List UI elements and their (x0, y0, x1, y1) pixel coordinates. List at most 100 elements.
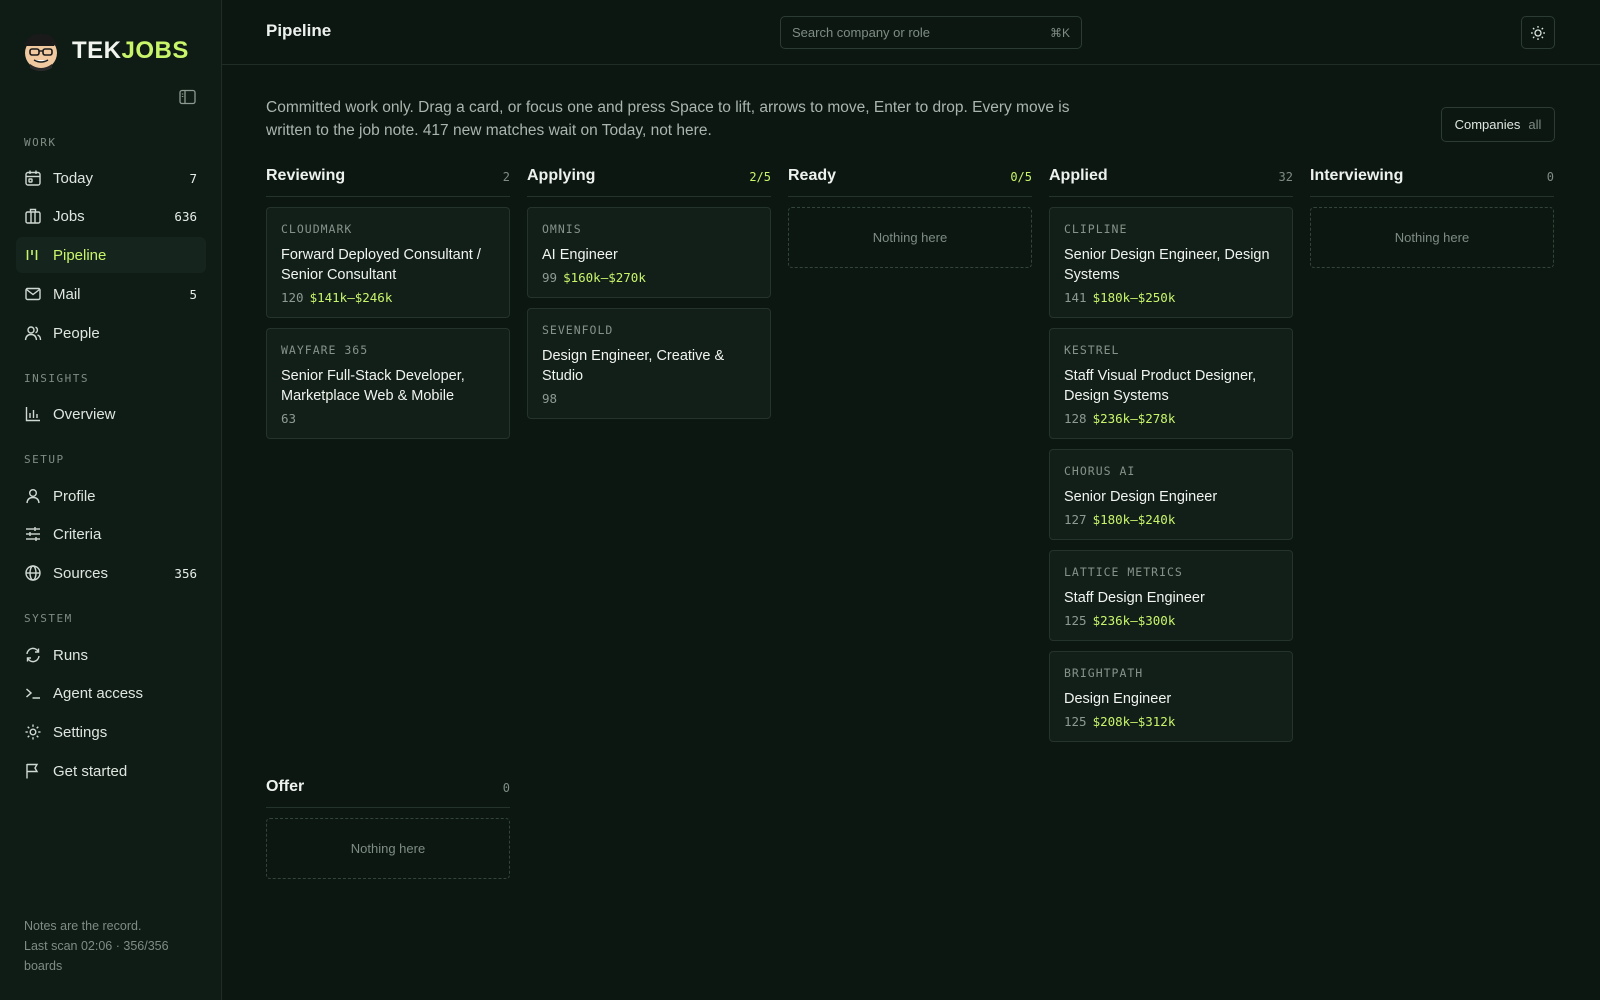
card-meta: 99 $160k–$270k (542, 270, 756, 286)
card-salary: $180k–$240k (1092, 512, 1176, 527)
job-card[interactable]: SEVENFOLD Design Engineer, Creative & Stu… (527, 308, 771, 419)
sidebar-toggle-icon (178, 89, 196, 105)
column-count: 0/5 (1010, 170, 1032, 184)
card-list[interactable]: CLOUDMARK Forward Deployed Consultant / S… (266, 207, 510, 439)
theme-toggle-button[interactable] (1521, 16, 1555, 49)
sidebar-item-settings[interactable]: Settings (16, 714, 206, 750)
job-card[interactable]: CHORUS AI Senior Design Engineer 127 $180k–… (1049, 449, 1293, 540)
column-interviewing: Interviewing 0 Nothing here (1310, 167, 1554, 268)
card-score: 125 (1064, 714, 1087, 729)
column-count: 2 (502, 170, 510, 184)
card-company: CLOUDMARK (281, 222, 353, 236)
sun-icon (1531, 25, 1545, 40)
card-salary: $160k–$270k (563, 270, 646, 285)
user-icon (24, 487, 42, 505)
sidebar-item-sources[interactable]: Sources 356 (16, 555, 206, 591)
column-ready: Ready 0/5 Nothing here (788, 167, 1032, 268)
column-title: Ready (788, 167, 837, 184)
card-role: Forward Deployed Consultant / Senior Con… (281, 247, 481, 283)
card-meta: 127 $180k–$240k (1064, 512, 1278, 528)
column-offer: Offer 0 Nothing here (266, 778, 510, 879)
job-card[interactable]: WAYFARE 365 Senior Full-Stack Developer, … (266, 328, 510, 439)
job-card[interactable]: LATTICE METRICS Staff Design Engineer 125 $… (1049, 550, 1293, 641)
collapse-sidebar-button[interactable] (178, 88, 196, 106)
brand-name-part2: JOBS (121, 37, 189, 64)
card-salary: $236k–$278k (1092, 411, 1176, 426)
bar-chart-icon (24, 405, 42, 423)
sidebar-item-label: Sources (53, 564, 109, 582)
sidebar-item-label: Jobs (53, 207, 85, 225)
sidebar-item-label: Criteria (53, 525, 102, 543)
column-title: Offer (266, 778, 305, 795)
column-header: Ready 0/5 (788, 167, 1032, 197)
sidebar-item-label: Overview (53, 405, 116, 423)
sidebar-item-profile[interactable]: Profile (16, 478, 206, 514)
mail-icon (24, 285, 42, 303)
sidebar-item-mail[interactable]: Mail 5 (16, 276, 206, 312)
job-card[interactable]: CLIPLINE Senior Design Engineer, Design S… (1049, 207, 1293, 318)
sidebar-item-get-started[interactable]: Get started (16, 753, 206, 789)
column-header: Applying 2/5 (527, 167, 771, 197)
sidebar-footer: Notes are the record. Last scan 02:06 · … (24, 916, 204, 976)
sidebar-item-count: 7 (189, 170, 197, 186)
kanban-icon (24, 246, 42, 264)
card-score: 98 (542, 391, 558, 406)
column-header: Applied 32 (1049, 167, 1293, 197)
footer-scan-status: Last scan 02:06 · 356/356 boards (24, 939, 169, 973)
job-card[interactable]: BRIGHTPATH Design Engineer 125 $208k–$312k (1049, 651, 1293, 742)
avatar-logo (18, 28, 64, 74)
card-role: Senior Design Engineer, Design Systems (1064, 247, 1270, 283)
sidebar-item-label: Today (53, 169, 94, 187)
card-list[interactable]: OMNIS AI Engineer 99 $160k–$270k SEVENFOLD De… (527, 207, 771, 419)
column-header: Offer 0 (266, 778, 510, 808)
job-card[interactable]: CLOUDMARK Forward Deployed Consultant / S… (266, 207, 510, 318)
sidebar-item-jobs[interactable]: Jobs 636 (16, 198, 206, 234)
sidebar-item-criteria[interactable]: Criteria (16, 516, 206, 552)
card-meta: 125 $236k–$300k (1064, 613, 1278, 629)
sidebar-item-pipeline[interactable]: Pipeline (16, 237, 206, 273)
card-company: KESTREL (1064, 343, 1120, 357)
card-list[interactable]: Nothing here (266, 818, 510, 879)
intro-text: Committed work only. Drag a card, or foc… (266, 99, 1070, 139)
card-meta: 141 $180k–$250k (1064, 290, 1278, 306)
companies-filter-button[interactable]: Companies all (1441, 107, 1555, 142)
brand[interactable]: TEKJOBS (0, 0, 221, 76)
people-icon (24, 324, 42, 342)
sidebar-item-overview[interactable]: Overview (16, 396, 206, 432)
sidebar-item-label: Get started (53, 762, 128, 780)
column-header: Interviewing 0 (1310, 167, 1554, 197)
card-list[interactable]: Nothing here (1310, 207, 1554, 268)
section-label-system: SYSTEM (24, 612, 73, 625)
section-label-setup: SETUP (24, 453, 65, 466)
sidebar-item-label: Profile (53, 487, 96, 505)
job-card[interactable]: OMNIS AI Engineer 99 $160k–$270k (527, 207, 771, 298)
card-score: 141 (1064, 290, 1087, 305)
column-count: 0 (1546, 170, 1554, 184)
column-title: Reviewing (266, 167, 346, 184)
sidebar-item-people[interactable]: People (16, 315, 206, 351)
briefcase-icon (24, 207, 42, 225)
sidebar-item-count: 636 (174, 208, 197, 224)
sidebar-item-today[interactable]: Today 7 (16, 160, 206, 196)
section-label-work: WORK (24, 136, 57, 149)
card-list[interactable]: Nothing here (788, 207, 1032, 268)
card-score: 99 (542, 270, 558, 285)
search-shortcut: ⌘K (1049, 25, 1070, 40)
card-role: Staff Visual Product Designer, Design Sy… (1064, 368, 1257, 404)
card-company: BRIGHTPATH (1064, 666, 1144, 680)
section-label-insights: INSIGHTS (24, 372, 89, 385)
job-card[interactable]: KESTREL Staff Visual Product Designer, De… (1049, 328, 1293, 439)
card-company: CLIPLINE (1064, 222, 1128, 236)
sidebar-item-label: Pipeline (53, 246, 107, 264)
companies-filter-label: Companies (1454, 117, 1521, 132)
column-applied: Applied 32 CLIPLINE Senior Design Enginee… (1049, 167, 1293, 752)
sidebar-item-runs[interactable]: Runs (16, 637, 206, 673)
card-salary: $236k–$300k (1092, 613, 1176, 628)
search-input[interactable]: Search company or role ⌘K (780, 16, 1082, 49)
card-list[interactable]: CLIPLINE Senior Design Engineer, Design S… (1049, 207, 1293, 742)
search-placeholder: Search company or role (792, 25, 931, 40)
sidebar-item-agent-access[interactable]: Agent access (16, 675, 206, 711)
empty-placeholder: Nothing here (1310, 207, 1554, 268)
column-count: 32 (1278, 170, 1293, 184)
card-meta: 128 $236k–$278k (1064, 411, 1278, 427)
